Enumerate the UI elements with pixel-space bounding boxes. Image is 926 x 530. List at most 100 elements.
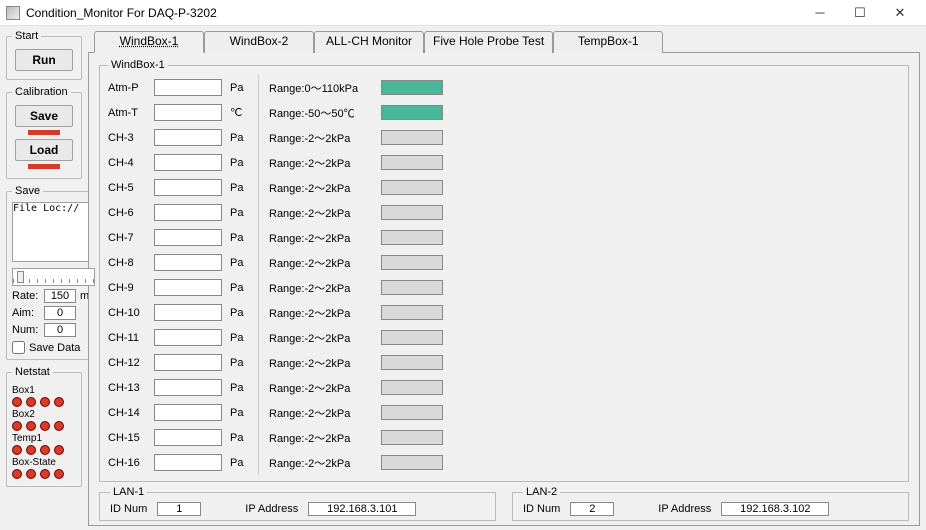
- channel-row: Atm-P Pa Range:0～110kPa: [108, 75, 900, 100]
- channel-bar: [381, 205, 443, 220]
- aim-label: Aim:: [12, 307, 40, 319]
- netstat-label: Box-State: [12, 457, 76, 468]
- led-icon: [40, 469, 50, 479]
- channel-name: Atm-T: [108, 107, 146, 119]
- channel-value-input[interactable]: [154, 79, 222, 96]
- lan-row: LAN-1ID NumIP AddressLAN-2ID NumIP Addre…: [99, 486, 909, 521]
- lan-id-input[interactable]: [157, 502, 201, 516]
- channel-bar: [381, 155, 443, 170]
- cal-load-indicator: [28, 164, 60, 169]
- netstat-row: Temp1: [12, 433, 76, 455]
- channel-range: Range:0～110kPa: [269, 80, 373, 96]
- channel-unit: Pa: [230, 207, 248, 219]
- lan-legend: LAN-2: [523, 486, 560, 498]
- channel-unit: Pa: [230, 82, 248, 94]
- lan-ip-input[interactable]: [308, 502, 416, 516]
- sidebar: Start Run Calibration Save Load Save Fil…: [0, 26, 88, 530]
- channel-value-input[interactable]: [154, 229, 222, 246]
- channel-value-input[interactable]: [154, 404, 222, 421]
- num-input[interactable]: [44, 323, 76, 337]
- tab-windbox-2[interactable]: WindBox-2: [204, 31, 314, 53]
- channel-bar: [381, 330, 443, 345]
- app-icon: [6, 6, 20, 20]
- channel-range: Range:-2～2kPa: [269, 255, 373, 271]
- channel-value-input[interactable]: [154, 129, 222, 146]
- channel-value-input[interactable]: [154, 379, 222, 396]
- aim-input[interactable]: [44, 306, 76, 320]
- save-group: Save File Loc:// Rate: ms Aim: Num: Save…: [6, 185, 101, 360]
- cal-save-button[interactable]: Save: [15, 105, 73, 127]
- channel-value-input[interactable]: [154, 104, 222, 121]
- led-icon: [54, 421, 64, 431]
- led-icon: [26, 421, 36, 431]
- channel-value-input[interactable]: [154, 279, 222, 296]
- channel-unit: Pa: [230, 182, 248, 194]
- start-group: Start Run: [6, 30, 82, 80]
- led-icon: [54, 445, 64, 455]
- channel-value-input[interactable]: [154, 454, 222, 471]
- channel-name: CH-15: [108, 432, 146, 444]
- save-slider[interactable]: [12, 268, 95, 286]
- channel-unit: Pa: [230, 407, 248, 419]
- lan-group: LAN-1ID NumIP Address: [99, 486, 496, 521]
- channel-name: CH-8: [108, 257, 146, 269]
- channel-name: CH-5: [108, 182, 146, 194]
- file-loc-input[interactable]: File Loc://: [12, 202, 95, 262]
- close-button[interactable]: ✕: [880, 0, 920, 26]
- lan-ip-input[interactable]: [721, 502, 829, 516]
- led-icon: [54, 397, 64, 407]
- channel-value-input[interactable]: [154, 254, 222, 271]
- channel-bar: [381, 455, 443, 470]
- maximize-button[interactable]: ☐: [840, 0, 880, 26]
- lan-id-input[interactable]: [570, 502, 614, 516]
- titlebar: Condition_Monitor For DAQ-P-3202 ─ ☐ ✕: [0, 0, 926, 26]
- channel-name: CH-16: [108, 457, 146, 469]
- channel-name: CH-14: [108, 407, 146, 419]
- tab-tempbox-1[interactable]: TempBox-1: [553, 31, 663, 53]
- channel-range: Range:-50～50℃: [269, 105, 373, 121]
- channel-row: CH-16PaRange:-2～2kPa: [108, 450, 900, 475]
- tabbar: WindBox-1WindBox-2ALL-CH MonitorFive Hol…: [88, 30, 920, 52]
- channel-range: Range:-2～2kPa: [269, 455, 373, 471]
- lan-id-label: ID Num: [523, 503, 560, 515]
- rate-input[interactable]: [44, 289, 76, 303]
- channel-value-input[interactable]: [154, 204, 222, 221]
- save-data-label: Save Data: [29, 342, 80, 354]
- channel-bar: [381, 305, 443, 320]
- channel-row: CH-10PaRange:-2～2kPa: [108, 300, 900, 325]
- save-data-checkbox[interactable]: [12, 341, 25, 354]
- num-label: Num:: [12, 324, 40, 336]
- tab-all-ch-monitor[interactable]: ALL-CH Monitor: [314, 31, 424, 53]
- channel-value-input[interactable]: [154, 329, 222, 346]
- channel-row: CH-3PaRange:-2～2kPa: [108, 125, 900, 150]
- channel-row: CH-8PaRange:-2～2kPa: [108, 250, 900, 275]
- channel-value-input[interactable]: [154, 154, 222, 171]
- lan-group: LAN-2ID NumIP Address: [512, 486, 909, 521]
- channel-value-input[interactable]: [154, 354, 222, 371]
- run-button[interactable]: Run: [15, 49, 73, 71]
- netstat-label: Box1: [12, 385, 76, 396]
- start-legend: Start: [12, 30, 41, 42]
- channel-value-input[interactable]: [154, 304, 222, 321]
- channel-unit: Pa: [230, 132, 248, 144]
- minimize-button[interactable]: ─: [800, 0, 840, 26]
- tab-five-hole-probe-test[interactable]: Five Hole Probe Test: [424, 31, 553, 53]
- channel-value-input[interactable]: [154, 429, 222, 446]
- led-icon: [54, 469, 64, 479]
- channel-row: CH-12PaRange:-2～2kPa: [108, 350, 900, 375]
- channel-range: Range:-2～2kPa: [269, 130, 373, 146]
- cal-load-button[interactable]: Load: [15, 139, 73, 161]
- channel-row: CH-7PaRange:-2～2kPa: [108, 225, 900, 250]
- channel-name: CH-4: [108, 157, 146, 169]
- channel-name: Atm-P: [108, 82, 146, 94]
- tab-windbox-1[interactable]: WindBox-1: [94, 31, 204, 53]
- channel-bar: [381, 180, 443, 195]
- calibration-group: Calibration Save Load: [6, 86, 82, 179]
- channel-bar: [381, 105, 443, 120]
- channel-row: CH-6PaRange:-2～2kPa: [108, 200, 900, 225]
- channel-value-input[interactable]: [154, 179, 222, 196]
- channel-name: CH-11: [108, 332, 146, 344]
- channel-row: CH-11PaRange:-2～2kPa: [108, 325, 900, 350]
- channel-unit: Pa: [230, 382, 248, 394]
- windbox-group: WindBox-1 Atm-PPaRange:0～110kPaAtm-T℃Ran…: [99, 59, 909, 482]
